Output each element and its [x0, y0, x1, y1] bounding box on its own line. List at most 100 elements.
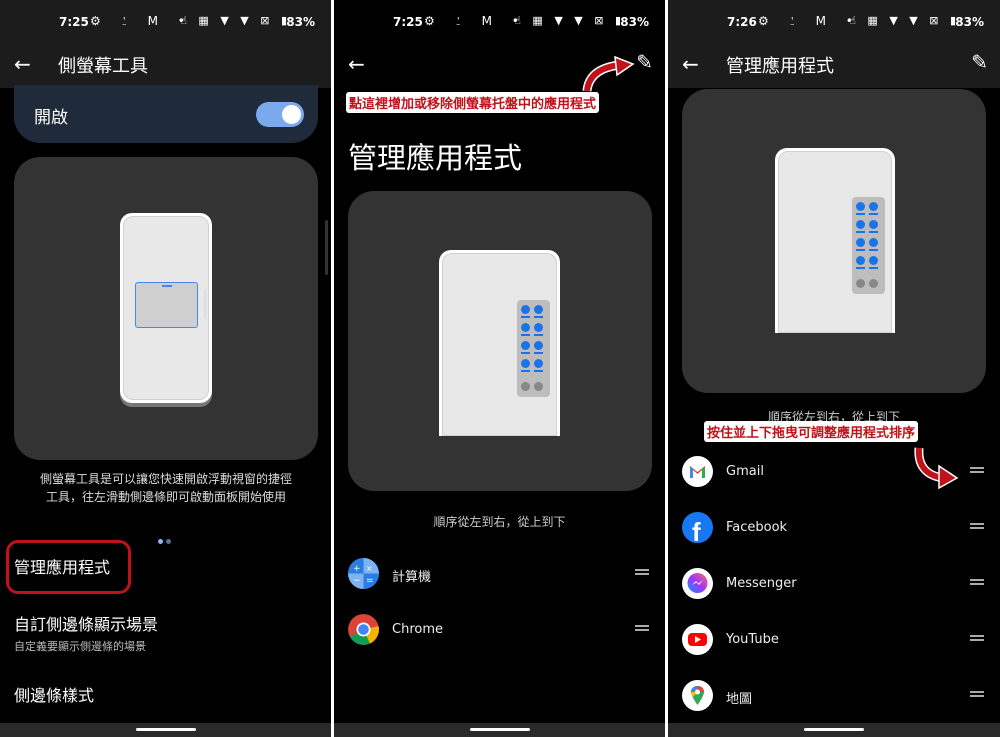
app-name: Facebook	[726, 520, 788, 535]
tray-app-label	[856, 213, 865, 215]
status-time: 7:25	[59, 15, 89, 29]
back-arrow-icon[interactable]: ←	[682, 52, 699, 76]
app-name: 地圖	[726, 692, 753, 707]
app-name: 計算機	[392, 570, 432, 585]
page-indicator	[158, 529, 174, 548]
tray-action-dot	[521, 382, 530, 391]
gesture-nav-bar	[334, 723, 665, 737]
toggle-label: 開啟	[34, 108, 68, 128]
status-time: 7:25	[393, 15, 423, 29]
menu-item-title: 側邊條樣式	[14, 686, 95, 705]
floating-window-illustration	[135, 282, 198, 328]
back-arrow-icon[interactable]: ←	[348, 52, 365, 76]
svg-text:×: ×	[366, 564, 373, 573]
tray-app-dot	[869, 220, 878, 229]
app-list-item[interactable]: f Facebook	[682, 508, 986, 548]
tray-app-label	[856, 231, 865, 233]
notification-icons: ⚙ ⍘ M •	[758, 14, 861, 28]
calculator-icon: + × − =	[348, 558, 379, 589]
screen-side-toolbar-settings: 7:25 ⚙ ⍘ M • ☝ ▦ ▼ ▼ ⊠ ▮ 83% ← 側螢幕工具 開啟 …	[0, 0, 331, 737]
battery-level: 83%	[286, 15, 315, 29]
app-name: Gmail	[726, 464, 764, 479]
tray-app-label	[534, 370, 543, 372]
system-icons: ☝ ▦ ▼ ▼ ⊠ ▮	[180, 14, 291, 27]
tray-action-dot	[856, 279, 865, 288]
home-handle[interactable]	[135, 728, 196, 731]
app-list-item[interactable]: 地圖	[682, 676, 986, 716]
tray-app-dot	[869, 238, 878, 247]
app-bar: ← 管理應用程式 ✎	[668, 44, 1000, 88]
page-dot[interactable]	[166, 539, 171, 544]
notification-icons: ⚙ ⍘ M •	[90, 14, 193, 28]
system-icons: ☝ ▦ ▼ ▼ ⊠ ▮	[514, 14, 625, 27]
description-text: 側螢幕工具是可以讓您快速開啟浮動視窗的捷徑工具，往左滑動側邊條即可啟動面板開始使…	[40, 472, 293, 504]
home-handle[interactable]	[804, 728, 864, 731]
drag-handle-icon[interactable]	[970, 691, 984, 697]
phone-illustration	[439, 250, 560, 436]
drag-handle-icon[interactable]	[635, 569, 649, 575]
drag-handle-icon[interactable]	[970, 579, 984, 585]
svg-text:=: =	[366, 576, 374, 586]
app-list-item[interactable]: + × − = 計算機	[348, 554, 651, 594]
tray-app-label	[856, 267, 865, 269]
switch-knob	[282, 105, 301, 124]
page-dot-active[interactable]	[158, 539, 163, 544]
drag-handle-icon[interactable]	[970, 635, 984, 641]
home-handle[interactable]	[469, 728, 530, 731]
system-icons: ☝ ▦ ▼ ▼ ⊠ ▮	[849, 14, 960, 27]
illustration-app-tray	[348, 191, 652, 491]
screen-manage-apps: 7:25 ⚙ ⍘ M • ☝ ▦ ▼ ▼ ⊠ ▮ 83% ← ✎ 點這裡增加或移…	[334, 0, 665, 737]
tray-app-dot	[534, 341, 543, 350]
app-list-item[interactable]: Chrome	[348, 610, 651, 650]
enable-toggle-card[interactable]: 開啟	[14, 85, 318, 143]
tray-app-label	[534, 334, 543, 336]
tray-app-label	[534, 316, 543, 318]
back-arrow-icon[interactable]: ←	[14, 52, 31, 76]
tray-app-label	[521, 316, 530, 318]
battery-level: 83%	[955, 15, 984, 29]
phone-screen	[123, 216, 209, 400]
scrollbar[interactable]	[325, 220, 328, 275]
status-time: 7:26	[727, 15, 757, 29]
tray-app-dot	[856, 256, 865, 265]
gmail-icon	[682, 456, 713, 487]
tray-app-label	[869, 213, 878, 215]
svg-text:f: f	[692, 517, 701, 543]
status-bar: 7:25 ⚙ ⍘ M • ☝ ▦ ▼ ▼ ⊠ ▮ 83%	[334, 0, 665, 44]
menu-item-custom-scenes[interactable]: 自訂側邊條顯示場景 自定義要顯示側邊條的場景	[14, 611, 158, 654]
messenger-icon	[682, 568, 713, 599]
app-name: Messenger	[726, 576, 797, 591]
annotation-arrow-icon	[582, 55, 635, 92]
app-list-item[interactable]: YouTube	[682, 620, 986, 660]
menu-item-subtitle: 自定義要顯示側邊條的場景	[14, 640, 146, 653]
tray-app-dot	[856, 202, 865, 211]
drag-handle-icon[interactable]	[635, 625, 649, 631]
order-caption: 順序從左到右，從上到下	[433, 515, 566, 529]
enable-switch[interactable]	[256, 102, 304, 127]
illustration-app-tray	[682, 89, 986, 393]
app-tray-illustration	[517, 300, 550, 397]
tray-app-label	[856, 249, 865, 251]
status-bar: 7:25 ⚙ ⍘ M • ☝ ▦ ▼ ▼ ⊠ ▮ 83%	[0, 0, 331, 44]
app-list-item[interactable]: Messenger	[682, 564, 986, 604]
tray-app-dot	[521, 305, 530, 314]
tray-app-label	[869, 231, 878, 233]
page-title: 側螢幕工具	[58, 56, 148, 77]
page-title: 管理應用程式	[348, 141, 523, 175]
chrome-icon	[348, 614, 379, 645]
drag-handle-icon[interactable]	[970, 467, 984, 473]
svg-text:+: +	[353, 564, 361, 574]
edit-pencil-icon[interactable]: ✎	[971, 50, 988, 74]
tray-app-label	[521, 352, 530, 354]
tray-app-dot	[521, 323, 530, 332]
annotation-text: 點這裡增加或移除側螢幕托盤中的應用程式	[346, 92, 600, 113]
tray-app-label	[869, 249, 878, 251]
tray-app-dot	[521, 341, 530, 350]
tray-app-label	[534, 352, 543, 354]
menu-item-manage-apps[interactable]: 管理應用程式	[14, 554, 110, 578]
app-list-item[interactable]: Gmail	[682, 452, 986, 492]
menu-item-sidebar-style[interactable]: 側邊條樣式	[14, 682, 94, 706]
gesture-nav-bar	[0, 723, 331, 737]
tray-app-dot	[534, 359, 543, 368]
drag-handle-icon[interactable]	[970, 523, 984, 529]
